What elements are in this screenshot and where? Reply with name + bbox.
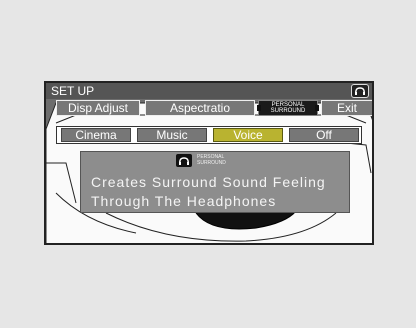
left-marker xyxy=(257,105,261,111)
right-marker xyxy=(315,105,319,111)
personal-surround-icon xyxy=(351,84,369,98)
title-bar: SET UP xyxy=(46,83,372,99)
off-button[interactable]: Off xyxy=(289,128,359,142)
voice-button[interactable]: Voice xyxy=(213,128,283,142)
personal-surround-caption: PERSONAL SURROUND xyxy=(197,154,226,166)
music-button[interactable]: Music xyxy=(137,128,207,142)
setup-screen: SET UP Disp Adjust Aspectratio PERSONAL … xyxy=(44,81,374,245)
disp-adjust-button[interactable]: Disp Adjust xyxy=(56,100,140,116)
personal-surround-label-2: SURROUND xyxy=(270,108,306,114)
info-panel: PERSONAL SURROUND Creates Surround Sound… xyxy=(80,151,350,213)
caption-line-2: SURROUND xyxy=(197,160,226,166)
screen-title: SET UP xyxy=(51,84,95,98)
surround-mode-bar: Cinema Music Voice Off xyxy=(56,126,362,144)
aspect-ratio-button[interactable]: Aspectratio xyxy=(145,100,255,116)
personal-surround-icon xyxy=(176,154,192,167)
description-line-2: Through The Headphones xyxy=(91,193,277,209)
personal-surround-button[interactable]: PERSONAL SURROUND xyxy=(257,100,319,116)
exit-button[interactable]: Exit xyxy=(321,100,372,116)
cinema-button[interactable]: Cinema xyxy=(61,128,131,142)
description-line-1: Creates Surround Sound Feeling xyxy=(91,174,326,190)
